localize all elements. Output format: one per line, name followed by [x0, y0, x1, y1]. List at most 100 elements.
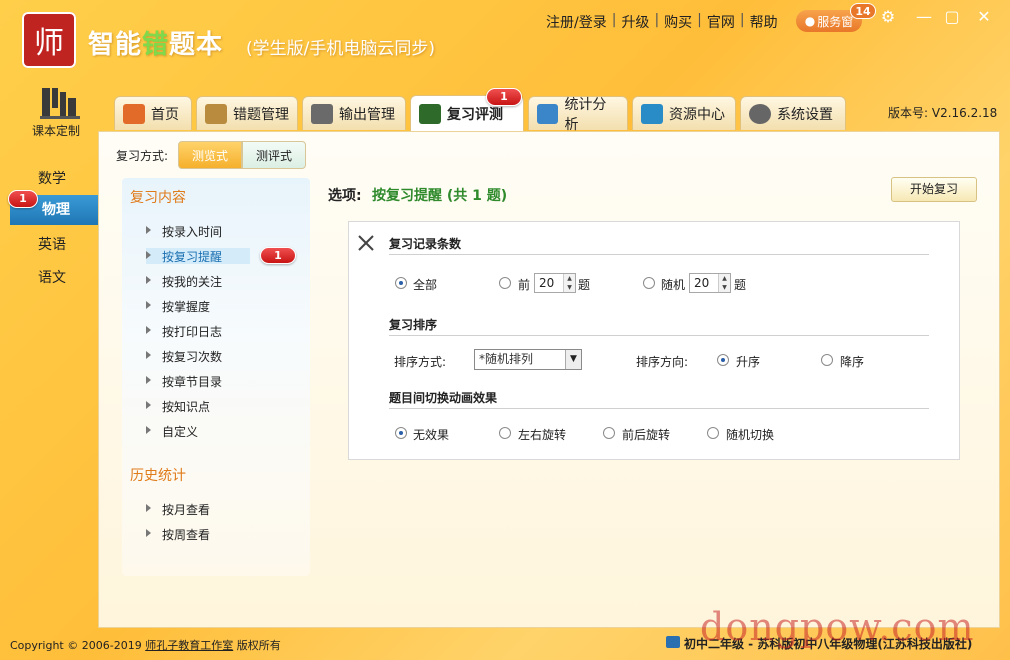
order-asc-radio[interactable]	[717, 354, 729, 366]
records-random-stepper[interactable]: 20 ▲ ▼	[689, 273, 731, 293]
animation-random-radio[interactable]	[707, 427, 719, 439]
divider	[389, 335, 929, 336]
animation-lr-radio[interactable]	[499, 427, 511, 439]
records-random-value: 20	[694, 276, 710, 290]
nav-item-by-month[interactable]: 按月查看	[146, 501, 210, 518]
nav-item-by-week[interactable]: 按周查看	[146, 526, 210, 543]
buy-link[interactable]: 购买	[664, 12, 692, 32]
service-label: 服务窗	[817, 14, 854, 29]
divider	[389, 408, 929, 409]
records-random-label: 随机	[661, 278, 686, 292]
records-random-radio[interactable]	[643, 277, 655, 289]
tab-label: 错题管理	[233, 106, 289, 123]
app-logo: 师	[22, 12, 76, 68]
nav-item-entry-time[interactable]: 按录入时间	[146, 223, 222, 240]
watermark: dongpow.com	[700, 605, 975, 649]
app-title: 智能错题本	[88, 24, 223, 61]
mode-test-button[interactable]: 测评式	[242, 141, 306, 169]
animation-section-title: 题目间切换动画效果	[389, 391, 498, 405]
settings-icon[interactable]: ⚙	[876, 6, 900, 28]
tab-label: 资源中心	[669, 106, 725, 123]
order-asc-label: 升序	[736, 355, 761, 369]
animation-fb-label: 前后旋转	[622, 428, 671, 442]
help-link[interactable]: 帮助	[750, 12, 778, 32]
records-first-label: 前	[518, 278, 531, 292]
order-desc-radio[interactable]	[821, 354, 833, 366]
close-icon[interactable]: ✕	[972, 6, 996, 28]
app-subtitle: (学生版/手机电脑云同步)	[246, 39, 435, 59]
book-icon[interactable]	[38, 86, 82, 122]
subject-chinese[interactable]: 语文	[38, 267, 66, 287]
printer-icon	[311, 103, 333, 124]
service-icon: ●	[804, 14, 816, 28]
nav-item-print-log[interactable]: 按打印日志	[146, 323, 222, 340]
nav-item-review-reminder[interactable]: 按复习提醒	[146, 248, 250, 264]
app-title-highlight: 错	[142, 30, 170, 60]
order-section-title: 复习排序	[389, 318, 438, 332]
copyright: Copyright © 2006-2019 师孔子教育工作室 版权所有	[10, 637, 281, 653]
animation-fb-radio[interactable]	[603, 427, 615, 439]
nav-item-custom[interactable]: 自定义	[146, 423, 198, 440]
records-first-unit: 题	[578, 278, 591, 292]
tab-error-management[interactable]: 错题管理	[196, 96, 298, 130]
tab-home[interactable]: 首页	[114, 96, 192, 130]
review-settings-box	[348, 221, 960, 460]
nav-item-my-follow[interactable]: 按我的关注	[146, 273, 222, 290]
tab-statistics[interactable]: 统计分析	[528, 96, 628, 133]
animation-none-radio[interactable]	[395, 427, 407, 439]
app-logo-text: 师	[34, 26, 64, 61]
tab-system-settings[interactable]: 系统设置	[740, 96, 846, 130]
nav-item-mastery[interactable]: 按掌握度	[146, 298, 210, 315]
nav-item-review-count[interactable]: 按复习次数	[146, 348, 222, 365]
order-method-value: *随机排列	[479, 352, 534, 366]
tab-label: 输出管理	[339, 106, 395, 123]
records-first-stepper[interactable]: 20 ▲ ▼	[534, 273, 576, 293]
records-random-unit: 题	[734, 278, 747, 292]
chevron-down-icon[interactable]: ▼	[565, 350, 581, 369]
copyright-text: Copyright © 2006-2019	[10, 639, 146, 652]
records-first-radio[interactable]	[499, 277, 511, 289]
divider	[389, 254, 929, 255]
minimize-icon[interactable]: —	[912, 6, 936, 28]
official-site-link[interactable]: 官网	[707, 12, 735, 32]
mode-browse-button[interactable]: 测览式	[178, 141, 242, 169]
records-all-label: 全部	[413, 278, 438, 292]
nav-item-knowledge-point[interactable]: 按知识点	[146, 398, 210, 415]
history-stats-heading: 历史统计	[130, 468, 186, 484]
records-all-radio[interactable]	[395, 277, 407, 289]
records-section-title: 复习记录条数	[389, 237, 462, 251]
animation-lr-label: 左右旋转	[518, 428, 567, 442]
nav-item-chapter[interactable]: 按章节目录	[146, 373, 222, 390]
app-title-pre: 智能	[88, 30, 143, 60]
animation-random-label: 随机切换	[726, 428, 775, 442]
order-desc-label: 降序	[840, 355, 865, 369]
tab-label: 统计分析	[564, 96, 607, 133]
stepper-arrows-icon[interactable]: ▲ ▼	[718, 274, 730, 292]
bar-chart-icon	[537, 103, 559, 124]
service-badge: 14	[850, 3, 876, 19]
version-label: 版本号: V2.16.2.18	[888, 106, 998, 120]
start-review-button[interactable]: 开始复习	[891, 177, 977, 202]
book-icon	[666, 636, 680, 648]
blackboard-icon	[419, 103, 441, 124]
studio-link[interactable]: 师孔子教育工作室	[145, 639, 233, 652]
resource-icon	[641, 103, 663, 124]
subject-english[interactable]: 英语	[38, 234, 66, 254]
top-links: 注册/登录 | 升级 | 购买 | 官网 | 帮助	[546, 12, 778, 32]
maximize-icon[interactable]: ▢	[940, 6, 964, 28]
order-method-label: 排序方式:	[394, 355, 447, 369]
tools-icon	[357, 234, 375, 252]
register-login-link[interactable]: 注册/登录	[546, 12, 607, 32]
tab-resource-center[interactable]: 资源中心	[632, 96, 736, 130]
stepper-arrows-icon[interactable]: ▲ ▼	[563, 274, 575, 292]
order-method-select[interactable]: *随机排列 ▼	[474, 349, 582, 370]
subject-math[interactable]: 数学	[38, 168, 66, 188]
course-customize-label[interactable]: 课本定制	[32, 122, 80, 139]
review-content-heading: 复习内容	[130, 190, 186, 206]
home-icon	[123, 103, 145, 124]
animation-none-label: 无效果	[413, 428, 450, 442]
copyright-suffix: 版权所有	[233, 639, 281, 652]
tab-output-management[interactable]: 输出管理	[302, 96, 406, 130]
upgrade-link[interactable]: 升级	[621, 12, 649, 32]
options-label: 选项:	[328, 188, 362, 204]
